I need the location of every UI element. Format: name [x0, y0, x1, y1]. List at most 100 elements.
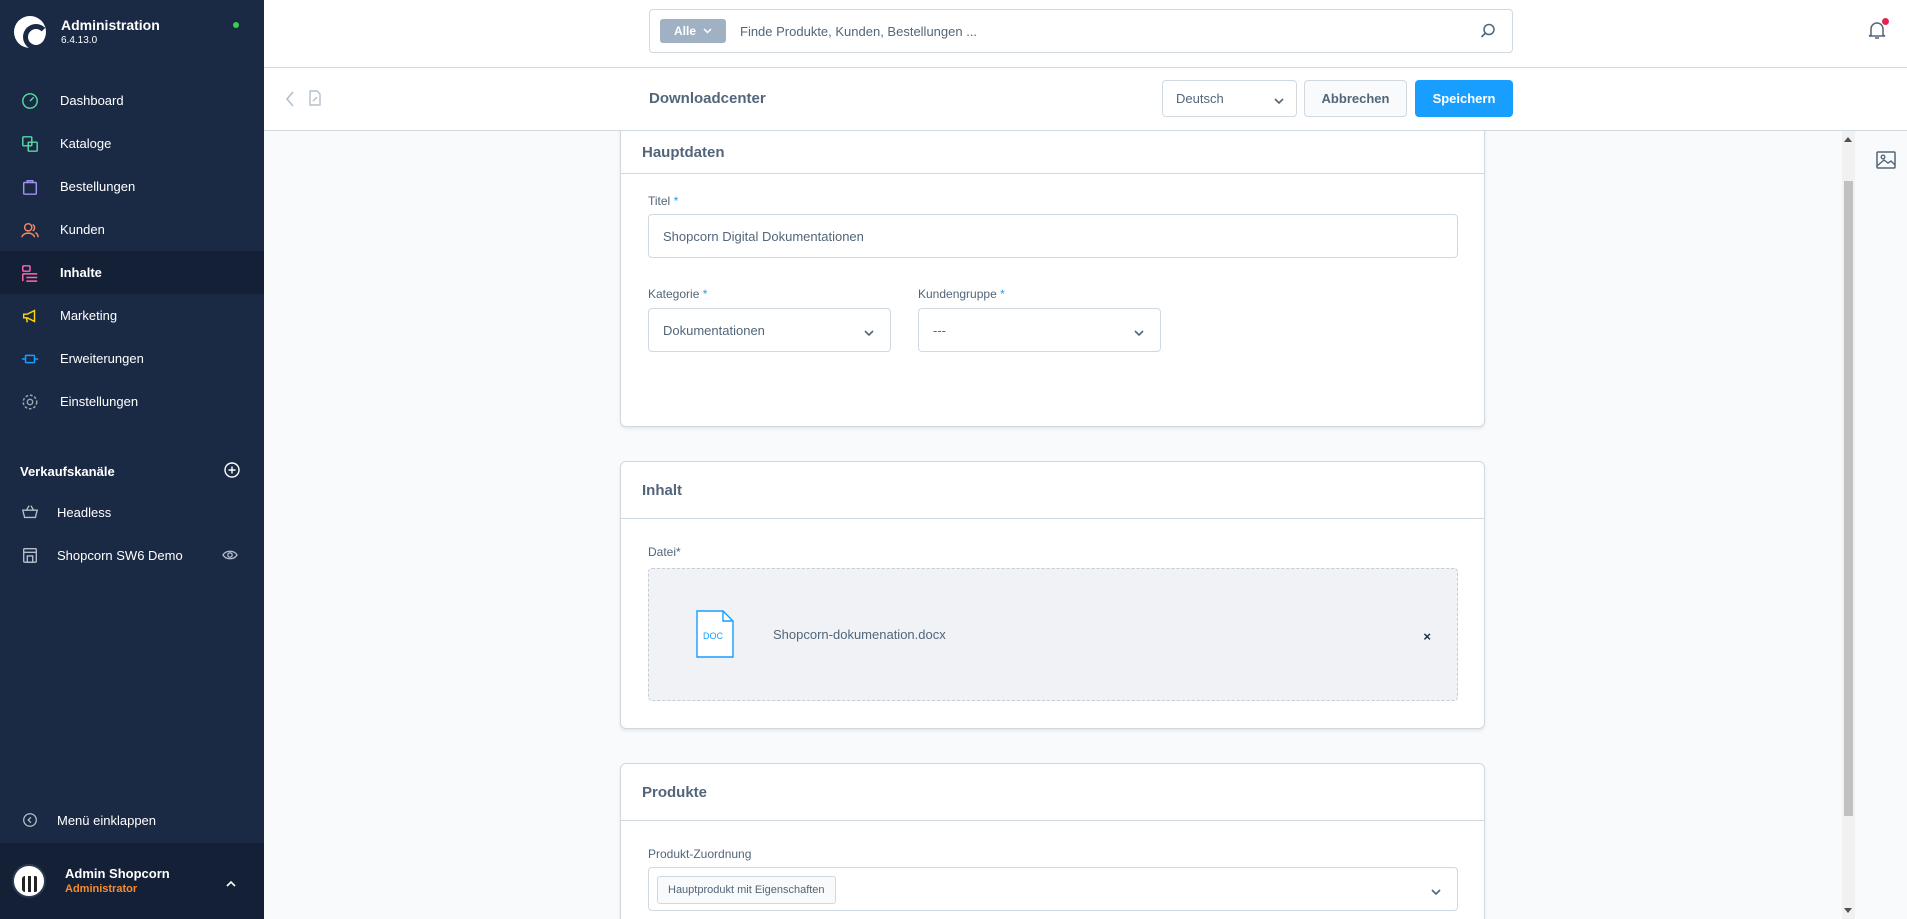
settings-icon — [20, 392, 40, 412]
storefront-icon — [20, 545, 40, 565]
produkt-zuordnung-select[interactable]: Hauptprodukt mit Eigenschaften — [648, 867, 1458, 911]
eye-icon[interactable] — [222, 548, 238, 565]
kundengruppe-label: Kundengruppe * — [918, 287, 1005, 301]
card-title: Inhalt — [621, 462, 1484, 519]
edit-document-icon — [308, 90, 322, 109]
sales-channels-title: Verkaufskanäle — [20, 464, 115, 479]
titel-value: Shopcorn Digital Dokumentationen — [663, 228, 864, 244]
kategorie-label: Kategorie * — [648, 287, 707, 301]
datei-label: Datei* — [648, 545, 681, 559]
card-title: Produkte — [621, 764, 1484, 821]
kategorie-value: Dokumentationen — [663, 322, 765, 338]
kundengruppe-value: --- — [933, 322, 946, 338]
nav-label: Marketing — [60, 308, 118, 323]
user-name: Admin Shopcorn — [65, 866, 170, 881]
sidebar: Administration 6.4.13.0 Dashboard Katalo… — [0, 0, 264, 919]
language-value: Deutsch — [1176, 91, 1224, 106]
search-input[interactable] — [740, 23, 1440, 39]
save-button[interactable]: Speichern — [1415, 80, 1513, 117]
sales-channel-label: Headless — [57, 504, 112, 520]
file-name: Shopcorn-dokumenation.docx — [773, 627, 946, 642]
add-sales-channel-icon[interactable] — [224, 462, 240, 481]
scroll-up-icon[interactable] — [1844, 137, 1852, 142]
chevron-up-icon[interactable] — [226, 875, 236, 890]
avatar — [12, 864, 46, 898]
selected-tag[interactable]: Hauptprodukt mit Eigenschaften — [657, 876, 836, 904]
notifications-bell-icon[interactable] — [1867, 18, 1889, 43]
page-title: Downloadcenter — [649, 90, 766, 107]
titel-label: Titel * — [648, 194, 678, 208]
required-mark: * — [702, 287, 708, 301]
catalog-icon — [20, 134, 40, 154]
kategorie-select[interactable]: Dokumentationen — [648, 308, 891, 352]
nav-label: Bestellungen — [60, 179, 136, 194]
chevron-down-icon — [1134, 325, 1144, 340]
content-area: Hauptdaten Titel * Shopcorn Digital Doku… — [264, 131, 1846, 919]
media-image-icon[interactable] — [1876, 151, 1896, 172]
nav-label: Erweiterungen — [60, 351, 144, 366]
chevron-down-icon — [1274, 93, 1284, 108]
customers-icon — [20, 220, 40, 240]
nav-item-bestellungen[interactable]: Bestellungen — [0, 165, 264, 208]
nav-item-kunden[interactable]: Kunden — [0, 208, 264, 251]
chevron-down-icon — [703, 28, 712, 34]
notification-badge — [1882, 18, 1889, 25]
top-bar: Alle — [264, 0, 1907, 68]
collapse-icon — [20, 810, 40, 830]
nav-item-inhalte[interactable]: Inhalte — [0, 251, 264, 294]
brand[interactable]: Administration 6.4.13.0 — [14, 16, 160, 50]
sales-channel-label: Shopcorn SW6 Demo — [57, 547, 183, 563]
user-role: Administrator — [65, 883, 138, 895]
file-dropzone[interactable]: DOC Shopcorn-dokumenation.docx × — [648, 568, 1458, 701]
shopware-logo-icon — [14, 16, 49, 50]
scrollbar[interactable] — [1842, 131, 1855, 919]
required-mark: * — [673, 194, 679, 208]
nav-label: Einstellungen — [60, 394, 139, 409]
close-icon[interactable]: × — [1423, 629, 1431, 644]
nav-item-erweiterungen[interactable]: Erweiterungen — [0, 337, 264, 380]
scrollbar-thumb[interactable] — [1844, 181, 1853, 816]
produkt-zuordnung-label: Produkt-Zuordnung — [648, 847, 752, 861]
cancel-button[interactable]: Abbrechen — [1304, 80, 1407, 117]
sales-channel-shopcorn-sw6-demo[interactable]: Shopcorn SW6 Demo — [0, 536, 264, 574]
nav-label: Dashboard — [60, 93, 124, 108]
smart-bar: Downloadcenter Deutsch Abbrechen Speiche… — [264, 68, 1907, 131]
sales-channels-header: Verkaufskanäle — [20, 462, 240, 481]
doc-file-icon: DOC — [695, 609, 735, 662]
nav-item-kataloge[interactable]: Kataloge — [0, 122, 264, 165]
card-inhalt: Inhalt Datei* DOC Shopcorn-dokumenation.… — [620, 461, 1485, 729]
nav-label: Inhalte — [60, 265, 102, 280]
extensions-icon — [20, 349, 40, 369]
brand-version: 6.4.13.0 — [61, 35, 98, 46]
nav-label: Kataloge — [60, 136, 112, 151]
basket-icon — [20, 502, 40, 522]
user-menu[interactable]: Admin Shopcorn Administrator — [0, 843, 264, 919]
required-mark: * — [1000, 287, 1005, 301]
arrow-left-icon[interactable] — [284, 90, 296, 111]
file-type-label: DOC — [703, 631, 724, 641]
chevron-down-icon — [864, 325, 874, 340]
nav-item-dashboard[interactable]: Dashboard — [0, 79, 264, 122]
sales-channel-headless[interactable]: Headless — [0, 493, 264, 531]
nav-label: Kunden — [60, 222, 105, 237]
nav-item-einstellungen[interactable]: Einstellungen — [0, 380, 264, 423]
search-icon[interactable] — [1480, 23, 1496, 42]
kundengruppe-select[interactable]: --- — [918, 308, 1161, 352]
search-type-select[interactable]: Alle — [660, 19, 726, 43]
dashboard-icon — [20, 91, 40, 111]
search-type-label: Alle — [673, 24, 696, 38]
card-title: Hauptdaten — [621, 132, 1484, 174]
collapse-menu-button[interactable]: Menü einklappen — [20, 810, 156, 830]
titel-input[interactable]: Shopcorn Digital Dokumentationen — [648, 214, 1458, 258]
card-produkte: Produkte Produkt-Zuordnung Hauptprodukt … — [620, 763, 1485, 919]
status-dot-icon — [233, 22, 239, 28]
language-select[interactable]: Deutsch — [1162, 80, 1297, 117]
scroll-down-icon[interactable] — [1844, 908, 1852, 913]
marketing-icon — [20, 306, 40, 326]
kategorie-label-text: Kategorie — [648, 287, 700, 301]
titel-label-text: Titel — [648, 194, 671, 208]
global-search[interactable]: Alle — [649, 9, 1513, 53]
chevron-down-icon — [1431, 884, 1441, 899]
nav-item-marketing[interactable]: Marketing — [0, 294, 264, 337]
card-hauptdaten: Hauptdaten Titel * Shopcorn Digital Doku… — [620, 131, 1485, 427]
